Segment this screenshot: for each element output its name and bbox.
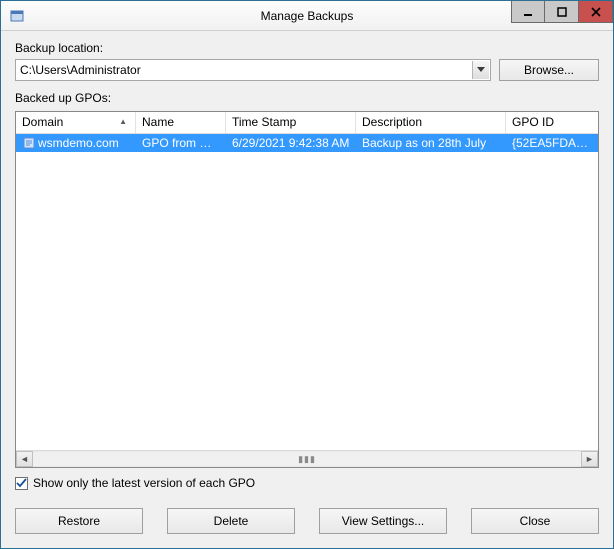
backup-location-value: C:\Users\Administrator: [20, 63, 141, 77]
cell-time: 6/29/2021 9:42:38 AM: [226, 135, 356, 151]
backup-location-combo[interactable]: C:\Users\Administrator: [15, 59, 491, 81]
table-row[interactable]: wsmdemo.com GPO from GP... 6/29/2021 9:4…: [16, 134, 598, 152]
titlebar[interactable]: Manage Backups: [1, 1, 613, 31]
backed-up-gpos-label: Backed up GPOs:: [15, 91, 599, 105]
scroll-right-button[interactable]: ►: [581, 451, 598, 467]
cell-desc: Backup as on 28th July: [356, 135, 506, 151]
cell-domain: wsmdemo.com: [16, 135, 136, 152]
latest-only-checkbox[interactable]: [15, 477, 28, 490]
scroll-track[interactable]: ▮▮▮: [33, 451, 581, 467]
cell-name: GPO from GP...: [136, 135, 226, 151]
column-time[interactable]: Time Stamp: [226, 112, 356, 133]
close-window-button[interactable]: [579, 1, 613, 23]
app-icon: [9, 8, 25, 24]
listview-body[interactable]: wsmdemo.com GPO from GP... 6/29/2021 9:4…: [16, 134, 598, 450]
column-description[interactable]: Description: [356, 112, 506, 133]
minimize-button[interactable]: [511, 1, 545, 23]
restore-button[interactable]: Restore: [15, 508, 143, 534]
horizontal-scrollbar[interactable]: ◄ ▮▮▮ ►: [16, 450, 598, 467]
latest-only-label: Show only the latest version of each GPO: [33, 476, 255, 490]
view-settings-button[interactable]: View Settings...: [319, 508, 447, 534]
latest-only-row[interactable]: Show only the latest version of each GPO: [15, 476, 599, 490]
cell-gpoid: {52EA5FDA-95...: [506, 135, 598, 151]
maximize-button[interactable]: [545, 1, 579, 23]
chevron-down-icon[interactable]: [472, 61, 489, 79]
column-domain[interactable]: Domain: [16, 112, 136, 133]
scroll-left-button[interactable]: ◄: [16, 451, 33, 467]
button-bar: Restore Delete View Settings... Close: [15, 508, 599, 534]
gpo-icon: [22, 136, 36, 150]
browse-button[interactable]: Browse...: [499, 59, 599, 81]
column-gpoid[interactable]: GPO ID: [506, 112, 598, 133]
gpo-listview[interactable]: Domain Name Time Stamp Description GPO I…: [15, 111, 599, 468]
close-button[interactable]: Close: [471, 508, 599, 534]
window-controls: [511, 1, 613, 30]
listview-header[interactable]: Domain Name Time Stamp Description GPO I…: [16, 112, 598, 134]
client-area: Backup location: C:\Users\Administrator …: [1, 31, 613, 548]
column-name[interactable]: Name: [136, 112, 226, 133]
delete-button[interactable]: Delete: [167, 508, 295, 534]
manage-backups-window: Manage Backups Backup location: C:\Users…: [0, 0, 614, 549]
backup-location-label: Backup location:: [15, 41, 599, 55]
